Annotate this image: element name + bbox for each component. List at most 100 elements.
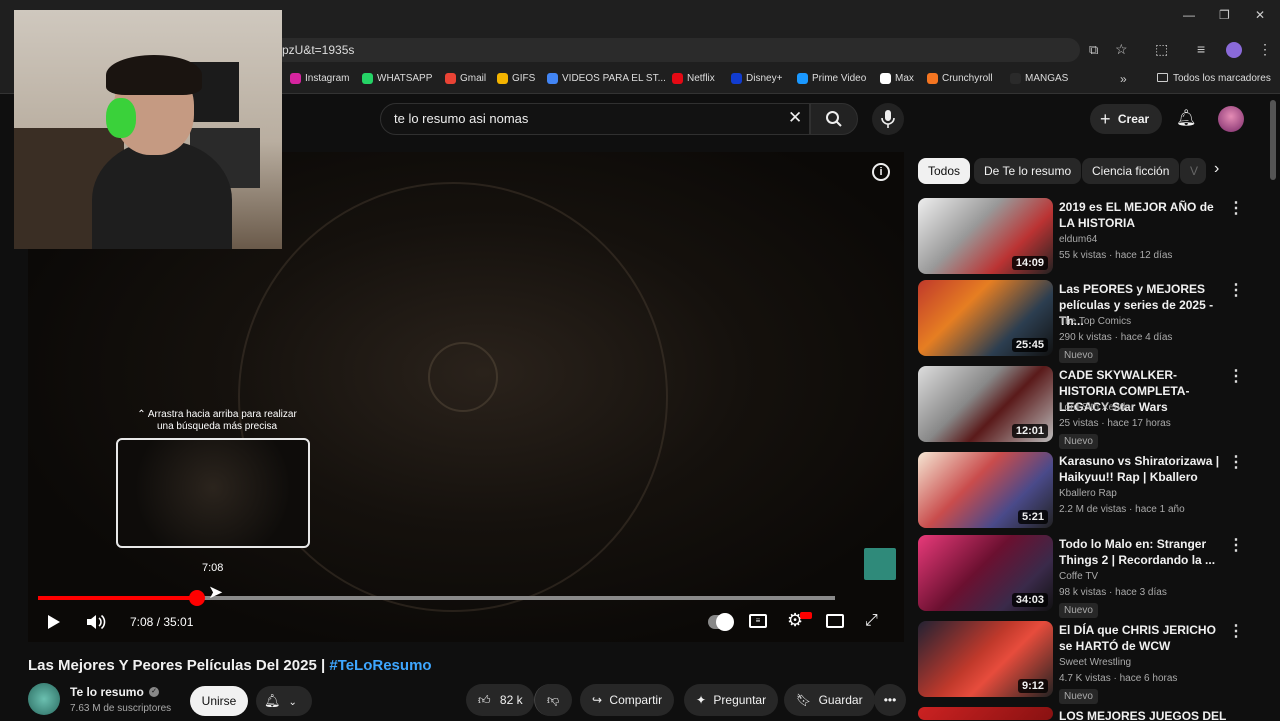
ask-button[interactable]: ✦ Preguntar: [684, 684, 779, 716]
filter-chip[interactable]: Todos: [918, 158, 971, 184]
restore-icon[interactable]: ❐: [1219, 8, 1230, 22]
bookmark-star-icon[interactable]: ☆: [1115, 41, 1128, 58]
chips-next-icon[interactable]: ›: [1214, 160, 1219, 178]
recommendation-channel[interactable]: eldum64: [1059, 234, 1097, 245]
user-avatar[interactable]: [1218, 106, 1244, 132]
recommendation-stats: 2.2 M de vistas · hace 1 año: [1059, 504, 1185, 515]
bookmark-item[interactable]: MANGAS: [1010, 73, 1068, 84]
bookmark-item[interactable]: GIFS: [497, 73, 535, 84]
video-thumbnail[interactable]: 14:09: [918, 198, 1053, 274]
info-icon[interactable]: i: [872, 163, 890, 181]
share-icon: ↪: [592, 693, 603, 707]
cast-icon[interactable]: ⧉: [1089, 42, 1098, 58]
save-button[interactable]: 🔖︎ Guardar: [784, 684, 875, 716]
time-display: 7:08 / 35:01: [130, 615, 194, 629]
bookmark-item[interactable]: Gmail: [445, 73, 486, 84]
bookmark-label: WHATSAPP: [377, 73, 433, 84]
create-button[interactable]: + Crear: [1090, 104, 1162, 134]
subtitles-icon[interactable]: ≡: [749, 614, 767, 628]
notifications-bell-icon[interactable]: 🔔︎: [1176, 108, 1196, 128]
bookmark-item[interactable]: VIDEOS PARA EL ST...: [547, 73, 666, 84]
bookmark-item[interactable]: Crunchyroll: [927, 73, 993, 84]
volume-icon[interactable]: [86, 613, 106, 631]
all-bookmarks-label: Todos los marcadores: [1173, 73, 1271, 84]
recommendation-title[interactable]: 2019 es EL MEJOR AÑO de LA HISTORIA: [1059, 199, 1229, 231]
url-text[interactable]: pzU&t=1935s: [282, 43, 354, 57]
video-duration: 9:12: [1017, 679, 1048, 693]
recommendation-channel[interactable]: The Top Comics: [1059, 316, 1131, 327]
autoplay-toggle[interactable]: [708, 613, 734, 631]
search-query[interactable]: te lo resumo asi nomas: [394, 111, 528, 126]
more-options-icon[interactable]: ⋮: [1228, 535, 1244, 555]
recommendation-channel[interactable]: Coffe TV: [1059, 571, 1098, 582]
page-scrollbar[interactable]: [1270, 100, 1276, 180]
play-icon[interactable]: [46, 614, 62, 630]
ask-label: Preguntar: [713, 693, 767, 707]
channel-name[interactable]: Te lo resumo: [70, 685, 144, 699]
recommendation-title[interactable]: El DÍA que CHRIS JERICHO se HARTÓ de WCW: [1059, 622, 1229, 654]
extensions-icon[interactable]: ⬚: [1155, 41, 1168, 58]
video-thumbnail[interactable]: 5:21: [918, 452, 1053, 528]
filter-chip[interactable]: De Te lo resumo: [974, 158, 1082, 184]
bookmark-label: Gmail: [460, 73, 487, 84]
voice-search-button[interactable]: [872, 103, 904, 135]
fullscreen-icon[interactable]: ⤢: [865, 612, 878, 630]
bookmarks-overflow-icon[interactable]: »: [1120, 72, 1127, 86]
recommendation-title[interactable]: LOS MEJORES JUEGOS DEL: [1059, 708, 1229, 721]
recommendation-stats: 4.7 K vistas · hace 6 horas: [1059, 673, 1178, 684]
clear-search-icon[interactable]: ✕: [788, 108, 802, 128]
filter-chip[interactable]: V: [1180, 158, 1206, 184]
bookmark-favicon-icon: [927, 73, 938, 84]
channel-watermark[interactable]: [864, 548, 896, 580]
bookmark-item[interactable]: Max: [880, 73, 914, 84]
subscriber-count: 7.63 M de suscriptores: [70, 703, 172, 714]
recommendation-title[interactable]: Todo lo Malo en: Stranger Things 2 | Rec…: [1059, 536, 1229, 568]
close-window-icon[interactable]: ✕: [1255, 8, 1265, 22]
share-button[interactable]: ↪ Compartir: [580, 684, 675, 716]
video-thumbnail[interactable]: 12:01: [918, 366, 1053, 442]
video-thumbnail[interactable]: [918, 707, 1053, 720]
new-badge: Nuevo: [1059, 434, 1098, 449]
video-thumbnail[interactable]: 9:12: [918, 621, 1053, 697]
dislike-button[interactable]: 👎︎: [534, 684, 572, 716]
video-hashtag[interactable]: #TeLoResumo: [329, 657, 431, 674]
autoplay-knob: [716, 613, 734, 631]
recommendation-title[interactable]: Karasuno vs Shiratorizawa | Haikyuu!! Ra…: [1059, 453, 1229, 485]
bookmark-label: Disney+: [746, 73, 783, 84]
video-thumbnail[interactable]: 34:03: [918, 535, 1053, 611]
more-options-icon[interactable]: ⋮: [1228, 621, 1244, 641]
more-options-icon[interactable]: ⋮: [1228, 366, 1244, 386]
more-options-icon[interactable]: ⋮: [1228, 280, 1244, 300]
more-options-icon[interactable]: ⋮: [1228, 198, 1244, 218]
search-button[interactable]: [810, 103, 858, 135]
bookmark-favicon-icon: [497, 73, 508, 84]
new-badge: Nuevo: [1059, 603, 1098, 618]
filter-chip[interactable]: Ciencia ficción: [1082, 158, 1180, 184]
bookmark-favicon-icon: [731, 73, 742, 84]
video-thumbnail[interactable]: 25:45: [918, 280, 1053, 356]
bookmark-item[interactable]: Prime Video: [797, 73, 866, 84]
video-frame-figure: [428, 342, 498, 412]
bookmark-item[interactable]: Instagram: [290, 73, 349, 84]
recommendation-channel[interactable]: Lord Sith Xendor: [1059, 402, 1134, 413]
recommendation-channel[interactable]: Sweet Wrestling: [1059, 657, 1131, 668]
media-icon[interactable]: ≡: [1197, 41, 1205, 57]
bookmark-item[interactable]: Netflix: [672, 73, 715, 84]
browser-menu-icon[interactable]: ⋮: [1258, 41, 1272, 58]
sparkle-icon: ✦: [696, 693, 707, 707]
channel-avatar[interactable]: [28, 683, 60, 715]
theater-mode-icon[interactable]: [826, 614, 844, 628]
recommendation-channel[interactable]: Kballero Rap: [1059, 488, 1117, 499]
all-bookmarks-link[interactable]: Todos los marcadores: [1157, 73, 1271, 84]
more-actions-button[interactable]: •••: [874, 684, 906, 716]
join-button[interactable]: Unirse: [190, 686, 248, 716]
bookmark-item[interactable]: WHATSAPP: [362, 73, 432, 84]
subscription-notifications-button[interactable]: 🔔︎ ⌄: [256, 686, 312, 716]
more-options-icon[interactable]: ⋮: [1228, 452, 1244, 472]
profile-avatar-icon[interactable]: [1226, 42, 1242, 58]
minimize-icon[interactable]: —: [1183, 8, 1195, 22]
new-badge: Nuevo: [1059, 689, 1098, 704]
drag-hint-text: ⌃ Arrastra hacia arriba para realizar un…: [137, 409, 297, 432]
like-button[interactable]: 👍︎ 82 k: [466, 684, 534, 716]
bookmark-item[interactable]: Disney+: [731, 73, 782, 84]
